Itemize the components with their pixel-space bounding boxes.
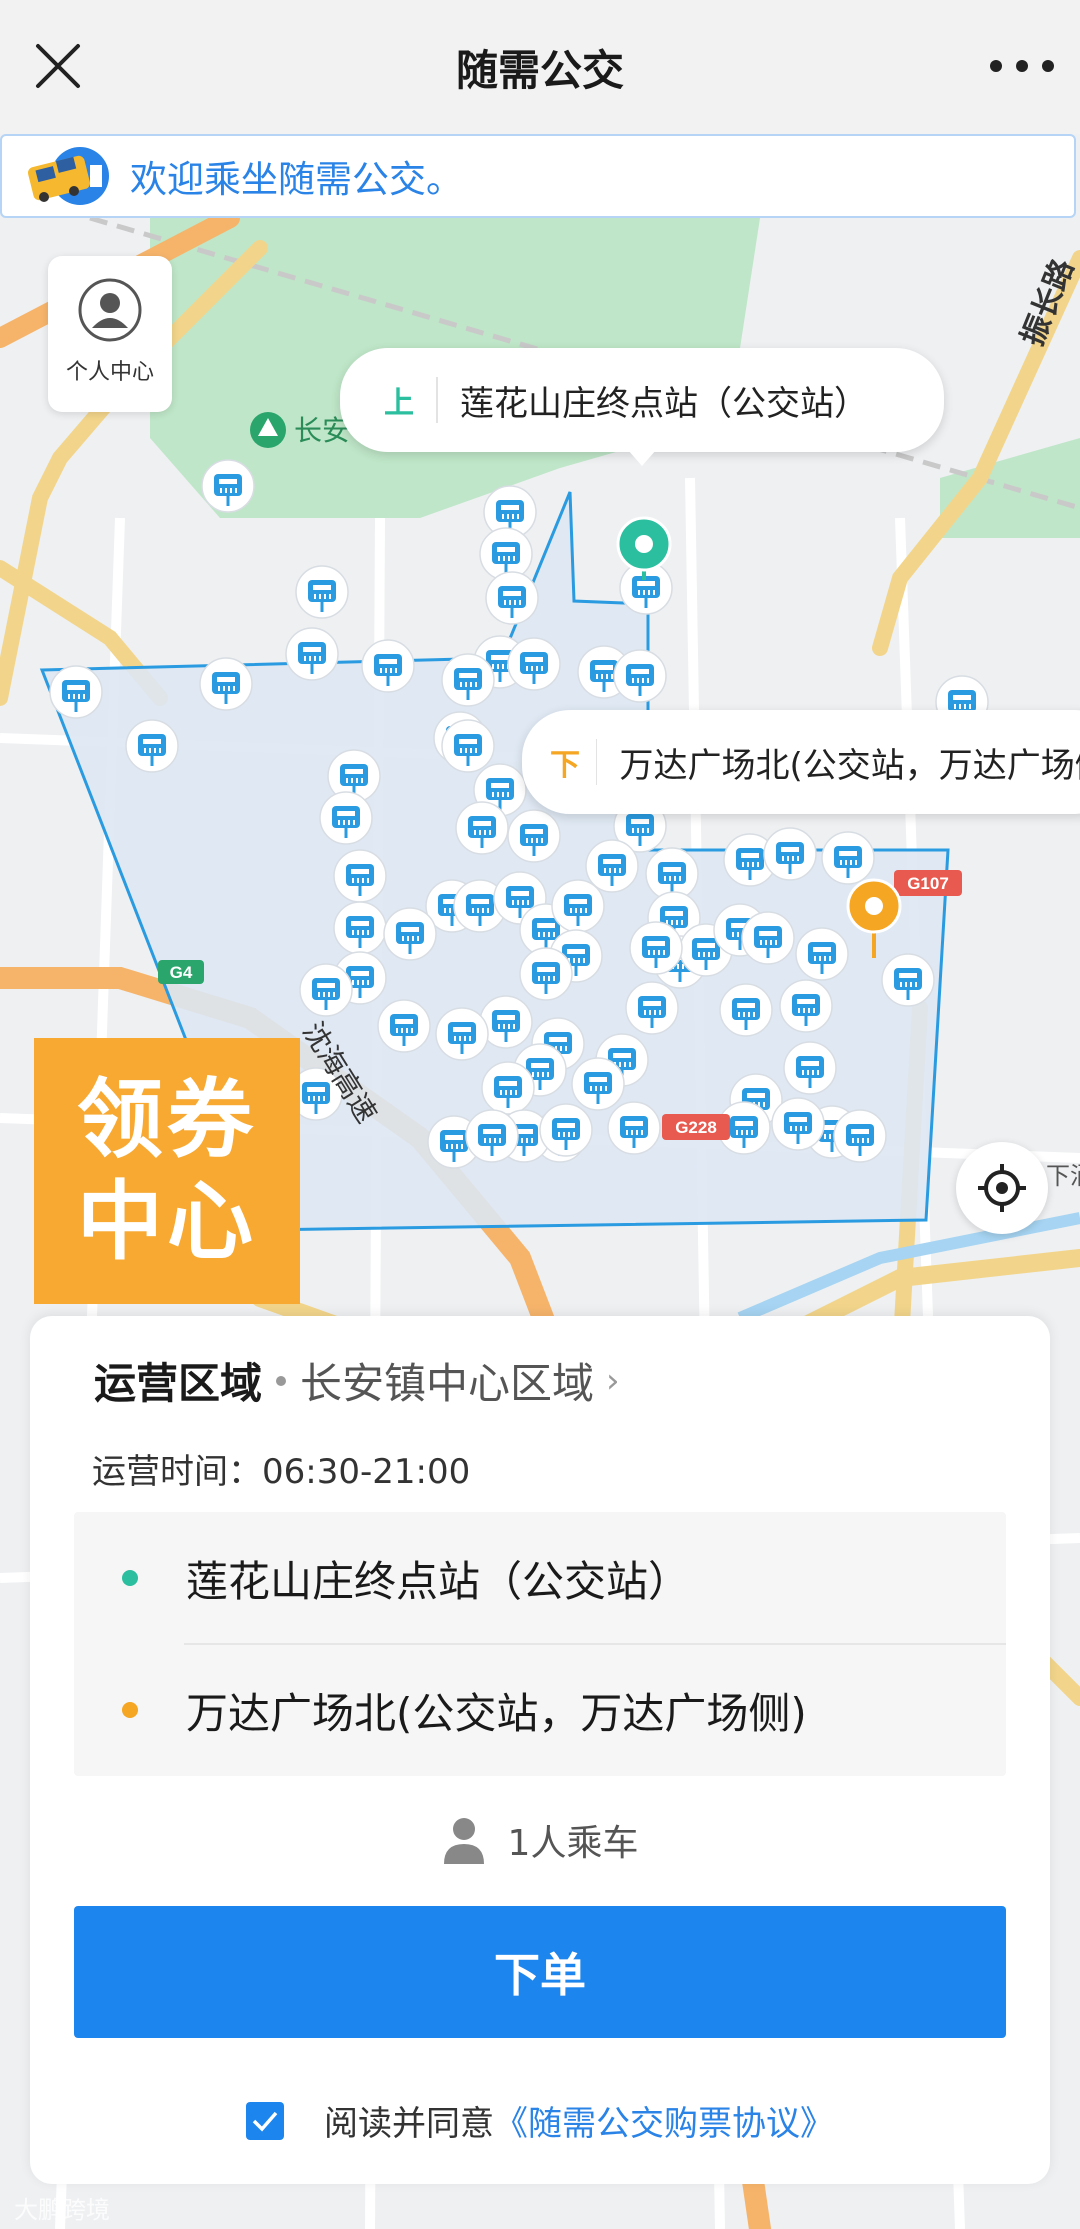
welcome-notice: 欢迎乘坐随需公交。 [0, 134, 1076, 218]
agreement-row: 阅读并同意 《随需公交购票协议》 [30, 2096, 1050, 2145]
bus-stop-marker[interactable] [201, 459, 255, 513]
bus-stop-marker[interactable] [763, 827, 817, 881]
bus-stop-marker[interactable] [833, 1109, 887, 1163]
bus-stop-marker[interactable] [481, 1061, 535, 1115]
bus-stop-marker[interactable] [571, 1057, 625, 1111]
personal-center-label: 个人中心 [65, 360, 154, 385]
bus-stop-marker[interactable] [585, 839, 639, 893]
road-shield-g107: G107 [894, 870, 962, 896]
bus-stop-marker[interactable] [613, 649, 667, 703]
bus-stop-marker[interactable] [519, 947, 573, 1001]
bus-stop-marker[interactable] [49, 665, 103, 719]
bus-stop-marker[interactable] [377, 999, 431, 1053]
service-area-value: 长安镇中心区域 [300, 1359, 595, 1408]
bus-stop-marker[interactable] [539, 1103, 593, 1157]
svg-text:长安: 长安 [294, 415, 350, 446]
chevron-right-icon: › [606, 1360, 620, 1401]
road-shield-g4: G4 [158, 960, 204, 984]
locate-target-icon [978, 1164, 1026, 1212]
place-label-edge: 下涌 [1046, 1163, 1080, 1190]
bus-stop-marker[interactable] [125, 719, 179, 773]
agree-checkbox[interactable] [246, 2101, 284, 2140]
coupon-line-1: 领券 [77, 1070, 257, 1170]
bus-stop-marker[interactable] [821, 831, 875, 885]
svg-text:G4: G4 [170, 963, 193, 982]
dropoff-stop-row[interactable]: 万达广场北(公交站，万达广场侧) [74, 1644, 1006, 1776]
bus-stop-marker[interactable] [485, 571, 539, 625]
bus-stop-marker[interactable] [465, 1109, 519, 1163]
user-avatar-icon [78, 278, 142, 342]
passenger-count: 1人乘车 [507, 1823, 639, 1864]
bus-stop-marker[interactable] [783, 1041, 837, 1095]
bus-stop-marker[interactable] [795, 927, 849, 981]
dropoff-bubble[interactable]: 下 万达广场北(公交站，万达广场侧) [522, 710, 1080, 814]
coupon-center-banner[interactable]: 领券 中心 [34, 1038, 300, 1304]
place-order-button[interactable]: 下单 [74, 1906, 1006, 2038]
bus-stop-marker[interactable] [285, 627, 339, 681]
bus-stop-marker[interactable] [199, 657, 253, 711]
watermark: 大鹏跨境 [14, 2196, 110, 2224]
dropoff-tag: 下 [549, 748, 580, 783]
bus-stop-marker[interactable] [441, 653, 495, 707]
more-dots-icon[interactable] [990, 48, 1054, 84]
pickup-tag: 上 [384, 386, 414, 421]
bus-stop-marker[interactable] [319, 791, 373, 845]
bus-stop-marker[interactable] [455, 801, 509, 855]
bus-mascot-icon [28, 147, 109, 205]
page-title: 随需公交 [455, 45, 624, 95]
order-card: 运营区域 长安镇中心区域 › 运营时间：06:30-21:00 莲花山庄终点站（… [30, 1316, 1050, 2184]
passenger-count-row[interactable]: 1人乘车 [30, 1814, 1050, 1866]
pickup-stop-row[interactable]: 莲花山庄终点站（公交站） [74, 1512, 1006, 1644]
coupon-line-2: 中心 [77, 1172, 257, 1272]
bus-stop-marker[interactable] [771, 1097, 825, 1151]
bus-stop-marker[interactable] [383, 907, 437, 961]
person-icon [443, 1818, 484, 1864]
bus-stop-marker[interactable] [551, 879, 605, 933]
bus-stop-marker[interactable] [625, 981, 679, 1035]
pickup-bubble[interactable]: 上 莲花山庄终点站（公交站） [340, 348, 944, 466]
locate-button[interactable] [956, 1142, 1048, 1234]
bus-stop-marker[interactable] [333, 901, 387, 955]
bubble-divider [436, 377, 438, 423]
bus-stop-marker[interactable] [507, 809, 561, 863]
separator-dot [276, 1375, 287, 1386]
agreement-link[interactable]: 《随需公交购票协议》 [494, 2096, 834, 2145]
bus-stop-marker[interactable] [441, 719, 495, 773]
svg-text:G228: G228 [675, 1118, 717, 1137]
service-area-label: 运营区域 [94, 1359, 263, 1408]
dropoff-dot-icon [122, 1702, 138, 1718]
close-icon[interactable] [30, 38, 86, 94]
checkmark-icon [252, 2111, 278, 2132]
service-area-row[interactable]: 运营区域 长安镇中心区域 › [94, 1350, 620, 1411]
bus-stop-marker[interactable] [779, 979, 833, 1033]
bus-stop-marker[interactable] [435, 1007, 489, 1061]
svg-text:G107: G107 [907, 874, 949, 893]
service-hours: 运营时间：06:30-21:00 [92, 1452, 471, 1492]
pickup-dot-icon [122, 1570, 138, 1586]
bus-stop-marker[interactable] [361, 639, 415, 693]
bus-stop-marker[interactable] [741, 911, 795, 965]
bubble-tail [628, 450, 656, 466]
route-stops: 莲花山庄终点站（公交站） 万达广场北(公交站，万达广场侧) [74, 1512, 1006, 1776]
agree-text: 阅读并同意 [324, 2104, 494, 2144]
pickup-stop-name: 莲花山庄终点站（公交站） [186, 1556, 691, 1606]
bus-stop-marker[interactable] [333, 849, 387, 903]
bus-stop-marker[interactable] [507, 637, 561, 691]
bus-stop-marker[interactable] [719, 983, 773, 1037]
pickup-bubble-name: 莲花山庄终点站（公交站） [460, 383, 868, 424]
top-bar: 随需公交 [0, 0, 1080, 134]
welcome-text: 欢迎乘坐随需公交。 [130, 158, 463, 201]
dropoff-stop-name: 万达广场北(公交站，万达广场侧) [186, 1688, 807, 1738]
bubble-divider [595, 739, 598, 785]
bus-stop-marker[interactable] [881, 953, 935, 1007]
bus-stop-marker[interactable] [295, 565, 349, 619]
park-label: 长安 [250, 412, 350, 448]
bus-stop-marker[interactable] [607, 1101, 661, 1155]
personal-center-button[interactable]: 个人中心 [48, 256, 172, 412]
road-shield-g228: G228 [662, 1114, 730, 1140]
dropoff-bubble-name: 万达广场北(公交站，万达广场侧) [619, 745, 1080, 786]
bus-stop-marker[interactable] [629, 921, 683, 975]
bus-stop-marker[interactable] [299, 963, 353, 1017]
